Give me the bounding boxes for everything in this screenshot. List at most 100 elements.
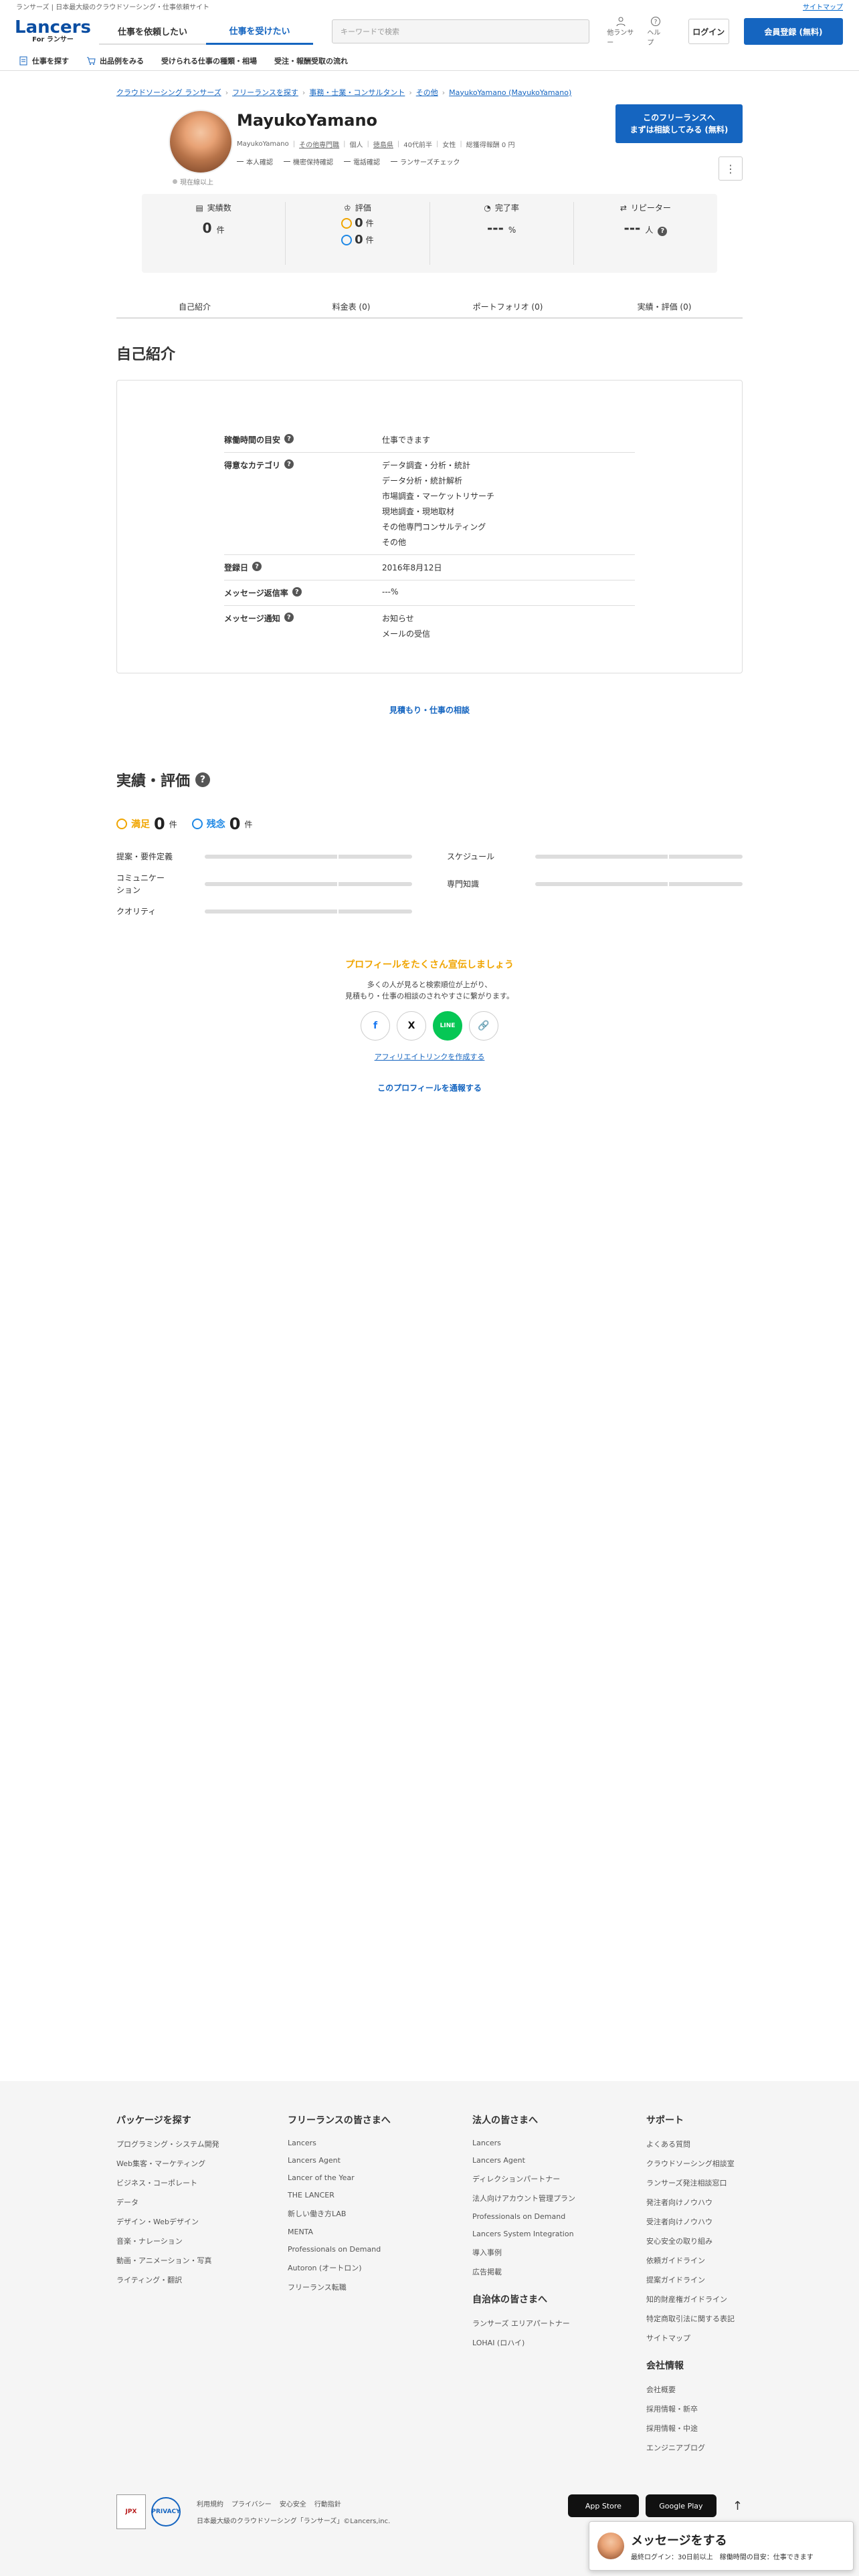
footer-link[interactable]: 新しい働き方LAB: [288, 2208, 472, 2219]
profile-header: 現在線以上 MayukoYamano MayukoYamano | その他専門職 |…: [116, 104, 743, 187]
sitemap-link[interactable]: サイトマップ: [803, 1, 843, 11]
footer-link[interactable]: 特定商取引法に関する表記: [646, 2313, 743, 2324]
share-description: 多くの人が見ると検索順位が上がり、 見積もり・仕事の相談のされやすさに繋がります…: [345, 980, 514, 1000]
x-icon[interactable]: X: [397, 1011, 426, 1041]
register-button[interactable]: 会員登録 (無料): [743, 18, 843, 45]
more-menu-button[interactable]: ⋮: [719, 156, 743, 181]
google-play-button[interactable]: Google Play: [645, 2494, 717, 2517]
help-icon[interactable]: ?: [284, 434, 294, 443]
app-store-button[interactable]: App Store: [567, 2494, 639, 2517]
footer-link[interactable]: MENTA: [288, 2228, 472, 2236]
intro-row: 稼働時間の目安? 仕事できます: [224, 427, 635, 453]
login-button[interactable]: ログイン: [688, 19, 729, 44]
footer-link[interactable]: デザイン・Webデザイン: [116, 2216, 288, 2227]
lancers-logo[interactable]: Lancers For ランサー: [15, 19, 91, 44]
category-link[interactable]: その他専門職: [299, 139, 339, 149]
footer-link[interactable]: LOHAI (ロハイ): [472, 2337, 646, 2348]
help-link[interactable]: ? ヘルプ: [647, 16, 664, 47]
dissatisfied-count: 残念 0件: [191, 815, 252, 833]
footer-link[interactable]: Web集客・マーケティング: [116, 2158, 288, 2169]
footer-link[interactable]: ライティング・翻訳: [116, 2274, 288, 2285]
breadcrumb-item[interactable]: その他: [416, 87, 438, 98]
search-input[interactable]: キーワードで検索: [332, 19, 590, 43]
footer-link[interactable]: 広告掲載: [472, 2266, 646, 2277]
footer-link[interactable]: THE LANCER: [288, 2191, 472, 2199]
report-link[interactable]: このプロフィールを通報する: [116, 1082, 743, 1093]
footer-link[interactable]: Lancers Agent: [472, 2156, 646, 2165]
consult-link[interactable]: 見積もり・仕事の相談: [116, 704, 743, 716]
affiliate-link[interactable]: アフィリエイトリンクを作成する: [116, 1051, 743, 1062]
tab-intro[interactable]: 自己紹介: [116, 296, 273, 318]
footer-link[interactable]: ディレクションパートナー: [472, 2173, 646, 2184]
footer-link[interactable]: 依頼ガイドライン: [646, 2255, 743, 2266]
footer-link[interactable]: Professionals on Demand: [472, 2212, 646, 2221]
subnav-flow[interactable]: 受注・報酬受取の流れ: [274, 56, 348, 66]
footer-link[interactable]: ビジネス・コーポレート: [116, 2177, 288, 2188]
help-icon[interactable]: ?: [292, 587, 302, 597]
footer-link[interactable]: Lancers: [288, 2139, 472, 2147]
avatar: [597, 2533, 624, 2559]
privacy-link[interactable]: プライバシー: [231, 2498, 272, 2508]
breadcrumb-item[interactable]: フリーランスを探す: [232, 87, 298, 98]
footer-link[interactable]: Professionals on Demand: [288, 2245, 472, 2254]
help-icon[interactable]: ?: [284, 459, 294, 469]
conduct-link[interactable]: 行動指針: [314, 2498, 341, 2508]
help-icon[interactable]: ?: [284, 613, 294, 622]
footer-link[interactable]: Lancer of the Year: [288, 2173, 472, 2182]
footer-link[interactable]: よくある質問: [646, 2139, 743, 2149]
footer-link[interactable]: 知的財産権ガイドライン: [646, 2294, 743, 2304]
subnav-find-work[interactable]: 仕事を探す: [19, 56, 69, 66]
help-icon[interactable]: ?: [658, 226, 668, 236]
footer-link[interactable]: Autoron (オートロン): [288, 2262, 472, 2273]
footer-link[interactable]: プログラミング・システム開発: [116, 2139, 288, 2149]
tab-pricing[interactable]: 料金表 (0): [273, 296, 430, 318]
stat-evaluation: ♔ 評価 0件 0件: [286, 202, 430, 265]
footer-link[interactable]: 法人向けアカウント管理プラン: [472, 2193, 646, 2204]
stats-panel: ▤ 実績数 0 件 ♔ 評価 0件 0件 ◔ 完了率 --- % ⇄ リピーター ---…: [142, 194, 717, 273]
prefecture-link[interactable]: 徳島県: [373, 139, 393, 149]
sub-navigation: 仕事を探す 出品例をみる 受けられる仕事の種類・相場 受注・報酬受取の流れ: [0, 51, 859, 71]
footer-link[interactable]: エンジニアブログ: [646, 2442, 743, 2453]
tab-portfolio[interactable]: ポートフォリオ (0): [430, 296, 586, 318]
footer-link[interactable]: 提案ガイドライン: [646, 2274, 743, 2285]
footer-link[interactable]: Lancers System Integration: [472, 2230, 646, 2238]
subnav-examples[interactable]: 出品例をみる: [86, 56, 144, 66]
footer-link[interactable]: 受注者向けノウハウ: [646, 2216, 743, 2227]
subnav-job-types[interactable]: 受けられる仕事の種類・相場: [161, 56, 257, 66]
help-icon[interactable]: ?: [195, 772, 211, 787]
footer-link[interactable]: 音楽・ナレーション: [116, 2236, 288, 2246]
footer-link[interactable]: 会社概要: [646, 2384, 743, 2395]
footer-link[interactable]: 導入事例: [472, 2247, 646, 2258]
facebook-icon[interactable]: f: [361, 1011, 390, 1041]
footer-link[interactable]: 動画・アニメーション・写真: [116, 2255, 288, 2266]
for-lancer-link[interactable]: 他ランサー: [607, 16, 635, 47]
footer-link[interactable]: Lancers: [472, 2139, 646, 2147]
footer-link[interactable]: クラウドソーシング相談室: [646, 2158, 743, 2169]
tab-find-work[interactable]: 仕事を受けたい: [206, 18, 313, 45]
breadcrumb-item[interactable]: クラウドソーシング ランサーズ: [116, 87, 221, 98]
message-bar[interactable]: メッセージをする 最終ログイン：30日前以上 稼働時間の目安：仕事できます: [589, 2521, 854, 2571]
help-icon[interactable]: ?: [252, 562, 262, 571]
footer-link[interactable]: サイトマップ: [646, 2333, 743, 2343]
footer-link[interactable]: 発注者向けノウハウ: [646, 2197, 743, 2208]
check-phone: 電話確認: [344, 156, 380, 167]
back-to-top-icon[interactable]: ↑: [733, 2499, 743, 2513]
footer-link[interactable]: ランサーズ エリアパートナー: [472, 2318, 646, 2329]
tab-reviews[interactable]: 実績・評価 (0): [586, 296, 743, 318]
footer-link[interactable]: 安心安全の取り組み: [646, 2236, 743, 2246]
safety-link[interactable]: 安心安全: [280, 2498, 306, 2508]
footer-link[interactable]: データ: [116, 2197, 288, 2208]
footer-link[interactable]: ランサーズ発注相談窓口: [646, 2177, 743, 2188]
rating-bar: スケジュール: [447, 851, 743, 863]
link-icon[interactable]: 🔗: [469, 1011, 498, 1041]
terms-link[interactable]: 利用規約: [197, 2498, 223, 2508]
breadcrumb-item[interactable]: MayukoYamano (MayukoYamano): [449, 88, 571, 97]
consult-button[interactable]: このフリーランスへ まずは相談してみる (無料): [615, 104, 743, 143]
tab-hire[interactable]: 仕事を依頼したい: [99, 18, 206, 45]
footer-link[interactable]: Lancers Agent: [288, 2156, 472, 2165]
breadcrumb-item[interactable]: 事務・士業・コンサルタント: [309, 87, 405, 98]
footer-link[interactable]: 採用情報・新卒: [646, 2403, 743, 2414]
footer-link[interactable]: 採用情報・中途: [646, 2423, 743, 2434]
line-icon[interactable]: LINE: [433, 1011, 462, 1041]
footer-link[interactable]: フリーランス転職: [288, 2282, 472, 2292]
